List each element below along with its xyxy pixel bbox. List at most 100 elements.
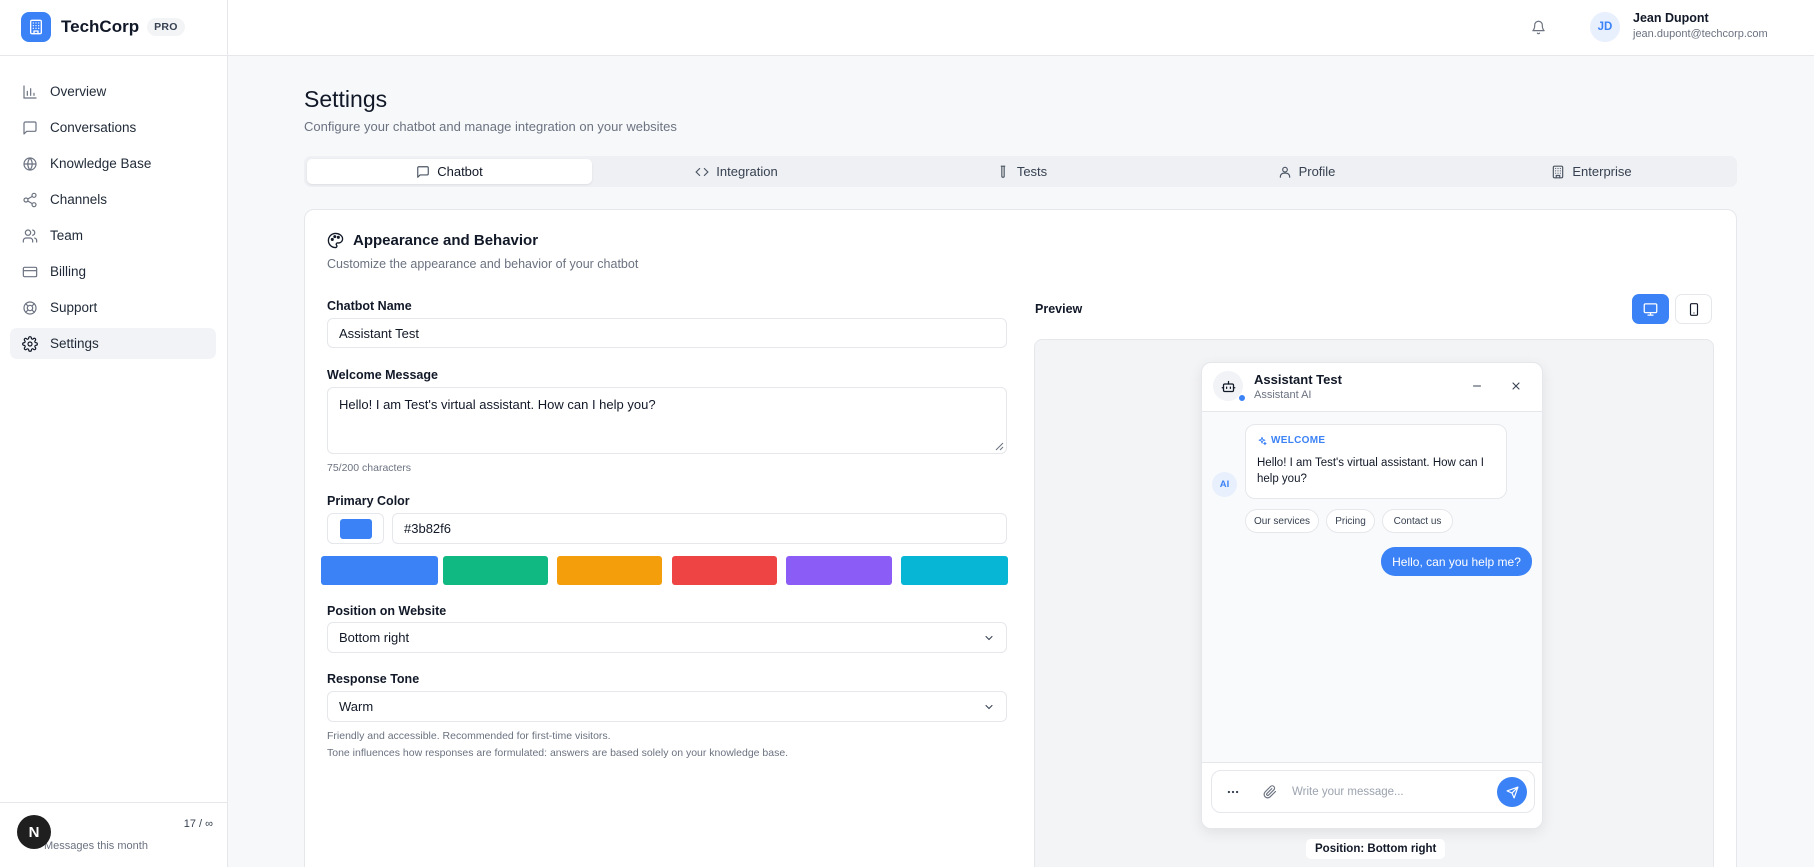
usage-label: Messages this month	[44, 840, 148, 852]
online-status-dot	[1238, 394, 1246, 402]
tab-label: Enterprise	[1572, 164, 1632, 179]
close-icon[interactable]	[1507, 377, 1525, 395]
palette-swatch[interactable]	[901, 556, 1008, 585]
sidebar-item-label: Settings	[50, 336, 99, 351]
lifebuoy-icon	[21, 299, 39, 317]
avatar[interactable]: N	[17, 815, 51, 849]
palette-swatch[interactable]	[786, 556, 892, 585]
chat-composer: Write your message...	[1211, 770, 1535, 813]
sidebar-item-label: Channels	[50, 192, 108, 207]
bot-message-bubble: WELCOME Hello! I am Test's virtual assis…	[1245, 424, 1507, 499]
sidebar-item-settings[interactable]: Settings	[10, 328, 216, 359]
response-tone-select[interactable]: Warm	[327, 691, 1007, 722]
users-icon	[21, 227, 39, 245]
palette-swatch[interactable]	[557, 556, 662, 585]
paperclip-icon[interactable]	[1260, 783, 1280, 801]
quick-reply-button[interactable]: Our services	[1245, 509, 1319, 533]
tab-chatbot[interactable]: Chatbot	[307, 159, 592, 184]
color-picker[interactable]	[327, 513, 384, 544]
sidebar-item-knowledge-base[interactable]: Knowledge Base	[10, 148, 216, 179]
palette-swatch[interactable]	[672, 556, 777, 585]
sidebar-item-channels[interactable]: Channels	[10, 184, 216, 215]
page-title: Settings	[304, 86, 388, 112]
user-name: Jean Dupont	[1633, 11, 1709, 25]
character-count: 75/200 characters	[327, 462, 412, 474]
tab-label: Chatbot	[437, 164, 483, 179]
mobile-preview-button[interactable]	[1675, 294, 1712, 324]
tab-enterprise[interactable]: Enterprise	[1449, 159, 1734, 184]
chat-bot-name: Assistant Test	[1254, 372, 1342, 387]
chatbot-name-label: Chatbot Name	[327, 299, 412, 313]
position-indicator: Position: Bottom right	[1306, 839, 1446, 859]
send-icon[interactable]	[1497, 777, 1527, 807]
sidebar-item-billing[interactable]: Billing	[10, 256, 216, 287]
chatbot-name-input[interactable]: Assistant Test	[327, 318, 1007, 348]
chat-footer: Write your message...	[1202, 762, 1542, 828]
sidebar-item-label: Support	[50, 300, 98, 315]
section-subtitle: Customize the appearance and behavior of…	[327, 257, 639, 271]
plan-badge: PRO	[147, 18, 185, 36]
divider	[0, 802, 228, 803]
building-icon	[21, 12, 51, 42]
sidebar-item-label: Overview	[50, 84, 107, 99]
usage-count: 17 / ∞	[183, 818, 213, 830]
quick-reply-button[interactable]: Pricing	[1326, 509, 1375, 533]
chat-bot-role: Assistant AI	[1254, 389, 1312, 401]
position-select[interactable]: Bottom right	[327, 622, 1007, 653]
code-icon	[695, 165, 709, 179]
page-subtitle: Configure your chatbot and manage integr…	[304, 119, 677, 134]
sidebar-item-label: Conversations	[50, 120, 137, 135]
section-title: Appearance and Behavior	[327, 232, 538, 249]
brand-name: TechCorp	[61, 17, 140, 36]
user-icon	[1278, 165, 1292, 179]
current-color-swatch	[339, 518, 372, 539]
sidebar: TechCorp PRO Overview Conversations Know…	[0, 0, 228, 867]
resize-grip-icon[interactable]	[994, 441, 1004, 451]
hex-color-input[interactable]: #3b82f6	[392, 513, 1007, 544]
minimize-icon[interactable]	[1468, 377, 1486, 395]
desktop-preview-button[interactable]	[1632, 294, 1669, 324]
credit-card-icon	[21, 263, 39, 281]
color-palette	[321, 556, 1008, 586]
globe-icon	[21, 155, 39, 173]
bar-chart-icon	[21, 83, 39, 101]
brand[interactable]: TechCorp PRO	[21, 12, 185, 42]
bot-message-text: Hello! I am Test's virtual assistant. Ho…	[1257, 457, 1484, 485]
tab-label: Integration	[716, 164, 778, 179]
sidebar-item-team[interactable]: Team	[10, 220, 216, 251]
tone-note: Tone influences how responses are formul…	[327, 747, 789, 759]
bell-icon[interactable]	[1527, 16, 1549, 38]
chevron-down-icon	[983, 632, 995, 644]
gear-icon	[21, 335, 39, 353]
welcome-message-textarea[interactable]: Hello! I am Test's virtual assistant. Ho…	[327, 387, 1007, 454]
tab-tests[interactable]: Tests	[879, 159, 1164, 184]
divider	[0, 55, 228, 56]
welcome-tag: WELCOME	[1257, 435, 1325, 446]
response-tone-label: Response Tone	[327, 672, 420, 686]
tab-label: Profile	[1298, 164, 1336, 179]
tab-integration[interactable]: Integration	[594, 159, 879, 184]
building-icon	[1551, 165, 1565, 179]
position-label: Position on Website	[327, 604, 447, 618]
palette-swatch[interactable]	[443, 556, 548, 585]
user-message-bubble: Hello, can you help me?	[1381, 547, 1532, 576]
chat-message-input[interactable]: Write your message...	[1292, 782, 1462, 802]
primary-color-label: Primary Color	[327, 494, 410, 508]
sidebar-item-conversations[interactable]: Conversations	[10, 112, 216, 143]
sidebar-item-overview[interactable]: Overview	[10, 76, 216, 107]
chat-body: AI WELCOME Hello! I am Test's virtual as…	[1202, 412, 1542, 762]
sidebar-item-support[interactable]: Support	[10, 292, 216, 323]
sidebar-item-label: Knowledge Base	[50, 156, 152, 171]
more-options-icon[interactable]	[1223, 783, 1243, 801]
tone-hint: Friendly and accessible. Recommended for…	[327, 730, 611, 742]
tab-label: Tests	[1016, 164, 1048, 179]
smartphone-icon	[1687, 302, 1701, 317]
sidebar-nav: Overview Conversations Knowledge Base Ch…	[10, 76, 216, 364]
quick-reply-button[interactable]: Contact us	[1382, 509, 1453, 533]
sidebar-item-label: Billing	[50, 264, 87, 279]
tab-profile[interactable]: Profile	[1164, 159, 1449, 184]
palette-swatch[interactable]	[321, 556, 438, 585]
sparkles-icon	[1257, 436, 1267, 446]
message-square-icon	[416, 165, 430, 179]
user-avatar[interactable]: JD	[1590, 12, 1620, 42]
